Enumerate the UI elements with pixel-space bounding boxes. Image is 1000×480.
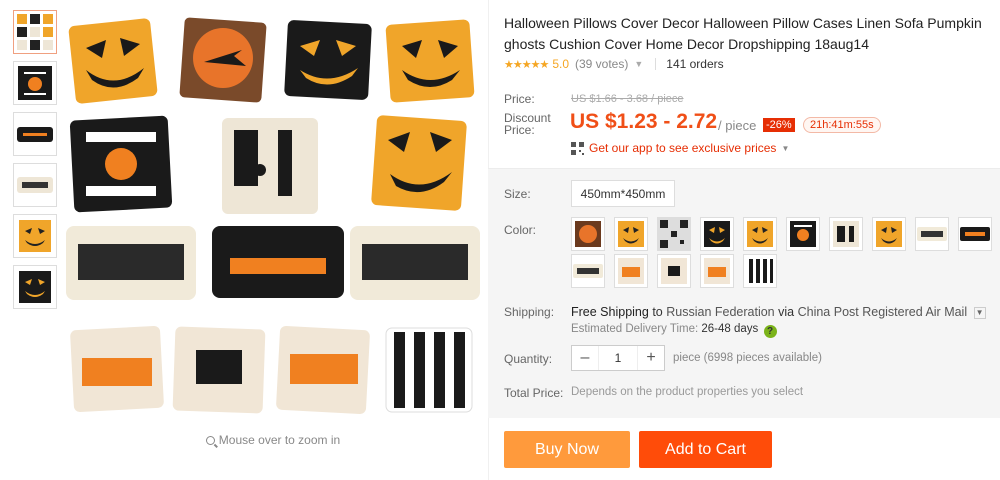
color-swatch-pocus[interactable] (915, 217, 949, 251)
color-swatch-pumpkin-orange[interactable] (614, 217, 648, 251)
zoom-hint: Mouse over to zoom in (64, 433, 482, 447)
pillow-trick-or-treat (69, 115, 173, 213)
color-swatch-orange-pumpkin[interactable] (743, 217, 777, 251)
pillow-orange-jack-2 (371, 115, 467, 211)
delivery-estimate: Estimated Delivery Time: 26-48 days ? (571, 323, 777, 338)
color-swatch-black-on-orange[interactable] (571, 217, 605, 251)
main-product-image[interactable] (64, 10, 482, 420)
free-shipping-text: Free Shipping (571, 305, 649, 319)
app-promo-link[interactable]: Get our app to see exclusive prices ▼ (571, 141, 789, 155)
pillow-pumpkin-face (68, 18, 158, 104)
discount-price-label: Discount Price: (504, 111, 551, 137)
pillow-or (172, 326, 266, 414)
pillow-treat (70, 326, 164, 412)
chevron-down-icon: ▼ (781, 143, 790, 153)
shipping-country[interactable]: Russian Federation (666, 305, 774, 319)
thumbnail-hocus[interactable] (13, 163, 57, 207)
color-swatch-happy-halloween[interactable] (958, 217, 992, 251)
quantity-input[interactable]: 1 (598, 346, 638, 370)
star-rating-icon: ★★★★★ (504, 58, 549, 71)
availability-text: piece (6998 pieces available) (673, 352, 822, 364)
magnifier-icon (205, 436, 215, 445)
chevron-down-icon[interactable]: ▼ (634, 59, 643, 69)
quantity-stepper: – 1 + (571, 345, 665, 371)
color-swatch-qr-pattern[interactable] (657, 217, 691, 251)
thumbnail-pumpkin-face[interactable] (13, 214, 57, 258)
specs-panel (488, 168, 1000, 418)
color-swatch-treat[interactable] (614, 254, 648, 288)
pillow-witch (179, 17, 267, 103)
pillow-happy-halloween (212, 226, 344, 298)
rating-row: ★★★★★ 5.0 (39 votes) ▼ 141 orders (504, 56, 992, 72)
pillow-black-jack (284, 20, 372, 100)
countdown-timer: 21h:41m:55s (803, 117, 881, 133)
divider (655, 58, 657, 70)
thumbnail-trick-or-treat[interactable] (13, 61, 57, 105)
help-icon[interactable]: ? (763, 325, 777, 338)
color-swatch-black-pumpkin[interactable] (700, 217, 734, 251)
pillow-hocus (350, 226, 480, 300)
add-to-cart-button[interactable]: Add to Cart (639, 431, 772, 468)
orders-count: 141 orders (666, 57, 724, 71)
chevron-down-icon[interactable]: ▼ (973, 307, 986, 319)
decrement-button[interactable]: – (572, 346, 598, 370)
pillow-pocus (66, 226, 196, 300)
color-label: Color: (504, 223, 537, 237)
price-unit: / piece (718, 118, 757, 133)
votes-link[interactable]: (39 votes) (575, 57, 628, 71)
pillow-orange-jack (385, 19, 475, 103)
thumbnail-black-pumpkin[interactable] (13, 265, 57, 309)
color-swatch-hocus[interactable] (571, 254, 605, 288)
quantity-label: Quantity: (504, 352, 553, 366)
shipping-carrier[interactable]: China Post Registered Air Mail (798, 305, 968, 319)
color-swatch-stripes[interactable] (743, 254, 777, 288)
pillow-trick (276, 326, 370, 414)
color-swatch-number-31[interactable] (829, 217, 863, 251)
thumbnail-happy-halloween[interactable] (13, 112, 57, 156)
color-swatch-or[interactable] (657, 254, 691, 288)
color-swatch-trick-or-treat[interactable] (786, 217, 820, 251)
thumbnail-strip (13, 10, 59, 316)
qr-code-icon (571, 141, 584, 155)
price-label: Price: (504, 92, 535, 106)
size-label: Size: (504, 187, 531, 201)
total-price-value: Depends on the product properties you se… (571, 386, 804, 398)
shipping-label: Shipping: (504, 305, 555, 319)
increment-button[interactable]: + (638, 346, 664, 370)
thumbnail-collage[interactable] (13, 10, 57, 54)
color-swatch-trick[interactable] (700, 254, 734, 288)
shipping-info: Free Shipping to Russian Federation via … (571, 305, 986, 319)
product-title: Halloween Pillows Cover Decor Halloween … (504, 15, 982, 52)
size-option[interactable]: 450mm*450mm (571, 180, 675, 207)
pillow-stripes (385, 327, 473, 413)
color-swatch-orange-pumpkin-2[interactable] (872, 217, 906, 251)
rating-value: 5.0 (552, 57, 569, 71)
discount-price: US $1.23 - 2.72 (570, 110, 718, 133)
delivery-days: 26-48 days (701, 323, 759, 335)
buy-now-button[interactable]: Buy Now (504, 431, 630, 468)
discount-badge: -26% (763, 118, 795, 132)
pillow-31-october (222, 118, 318, 214)
total-price-label: Total Price: (504, 386, 564, 400)
original-price: US $1.66 - 3.68 / piece (571, 93, 684, 105)
